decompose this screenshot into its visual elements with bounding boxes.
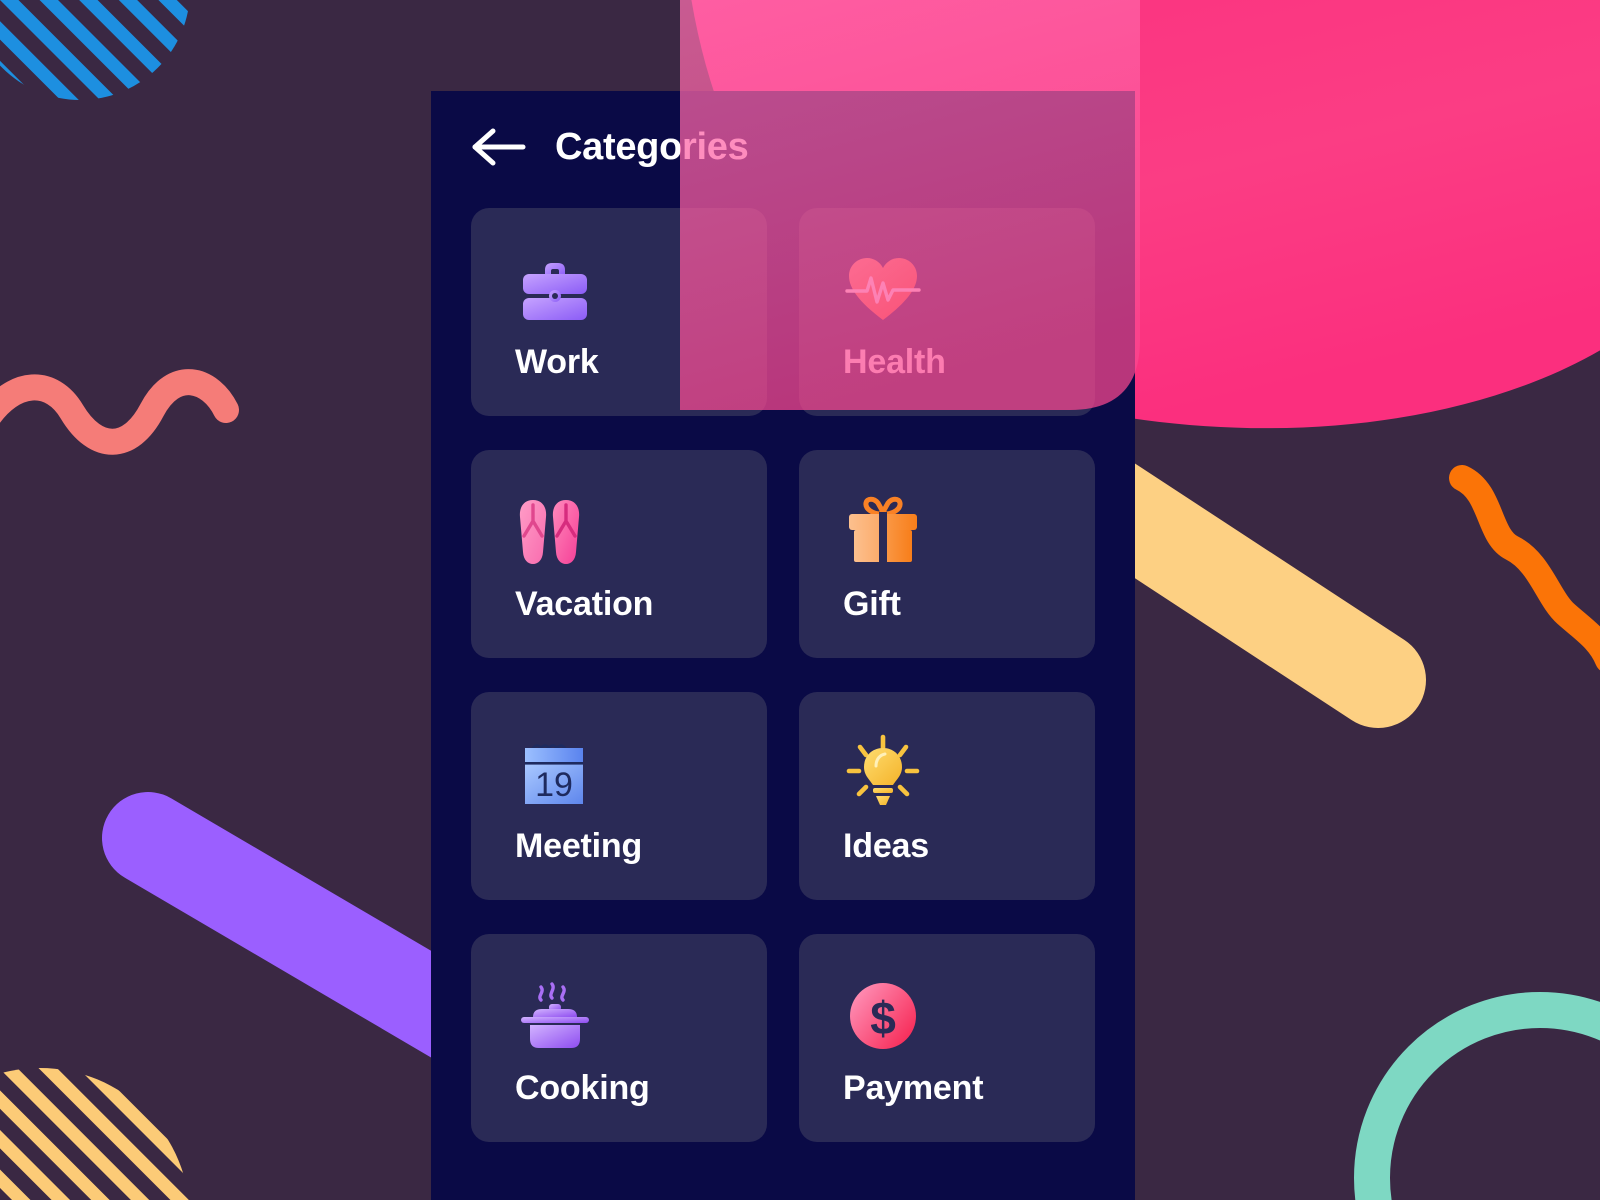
category-label: Meeting xyxy=(515,827,643,865)
categories-grid: Work Health Vacation Gift 19 Meeting Ide… xyxy=(471,208,1095,1142)
category-label: Work xyxy=(515,343,599,381)
category-card-gift[interactable]: Gift xyxy=(799,450,1095,658)
category-label: Vacation xyxy=(515,585,654,623)
category-label: Cooking xyxy=(515,1069,650,1107)
category-label: Ideas xyxy=(843,827,929,865)
briefcase-icon xyxy=(515,250,595,330)
dollar-sign: $ xyxy=(870,992,896,1044)
category-card-payment[interactable]: $ Payment xyxy=(799,934,1095,1142)
category-card-vacation[interactable]: Vacation xyxy=(471,450,767,658)
calendar-day-number: 19 xyxy=(535,766,573,804)
phone-screen: Categories Work Health Vacation Gift 19 … xyxy=(431,91,1135,1200)
dollar-coin-icon: $ xyxy=(843,976,923,1056)
category-card-meeting[interactable]: 19 Meeting xyxy=(471,692,767,900)
category-card-work[interactable]: Work xyxy=(471,208,767,416)
page-title: Categories xyxy=(555,125,749,168)
category-label: Gift xyxy=(843,585,901,623)
app-header: Categories xyxy=(471,117,749,177)
lightbulb-icon xyxy=(843,734,923,814)
calendar-icon: 19 xyxy=(515,734,595,814)
category-card-health[interactable]: Health xyxy=(799,208,1095,416)
flipflops-icon xyxy=(515,492,595,572)
arrow-left-icon[interactable] xyxy=(471,127,527,167)
gift-icon xyxy=(843,492,923,572)
cooking-pot-icon xyxy=(515,976,595,1056)
category-label: Health xyxy=(843,343,946,381)
category-card-ideas[interactable]: Ideas xyxy=(799,692,1095,900)
heartbeat-icon xyxy=(843,250,923,330)
category-card-cooking[interactable]: Cooking xyxy=(471,934,767,1142)
category-label: Payment xyxy=(843,1069,984,1107)
